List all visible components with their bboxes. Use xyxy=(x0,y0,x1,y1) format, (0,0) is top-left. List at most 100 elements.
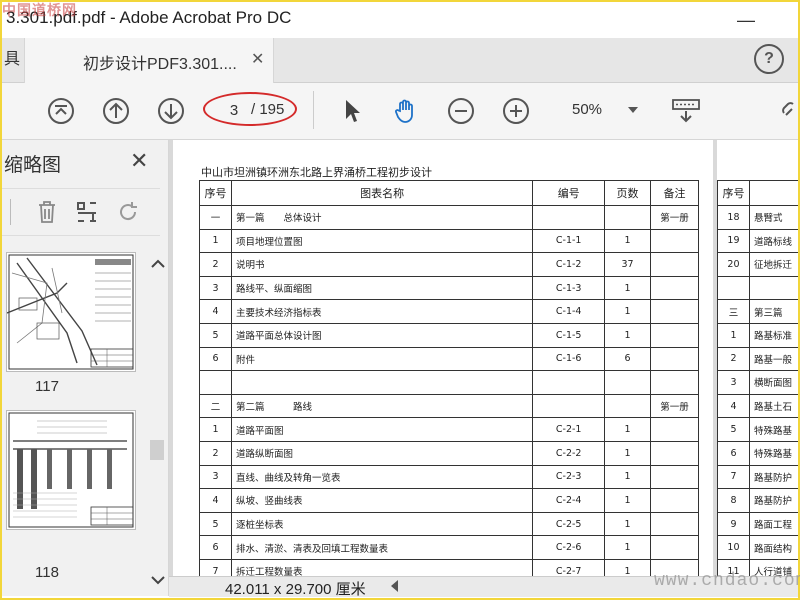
table-cell: 拆迁工程数量表 xyxy=(230,558,534,576)
table-cell xyxy=(604,393,652,419)
thumbnail-page-number: 117 xyxy=(35,378,59,395)
previous-page-button[interactable] xyxy=(102,97,130,125)
column-header: 序号 xyxy=(199,180,232,206)
table-cell xyxy=(650,417,699,442)
table-cell: 37 xyxy=(604,252,652,277)
table-cell: 第一册 xyxy=(650,205,699,230)
minimize-button[interactable]: — xyxy=(737,10,755,31)
tab-document-label: 初步设计PDF3.301.... xyxy=(83,56,237,73)
document-viewport[interactable]: 中山市坦洲镇环洲东北路上界涌桥工程初步设计 序号 图表名称 编号 页数 备注 一… xyxy=(169,140,798,576)
zoom-select[interactable]: 50% xyxy=(562,97,646,123)
table-cell: C-2-2 xyxy=(532,440,606,466)
trash-icon xyxy=(39,201,55,223)
table-row: 6 附件 C-1-6 6 xyxy=(199,346,699,372)
table-cell: 直线、曲线及转角一览表 xyxy=(230,464,534,490)
column-header: 页数 xyxy=(604,180,652,206)
table-cell: 6 xyxy=(604,346,652,372)
table-cell: 特殊路基 xyxy=(748,440,798,466)
table-cell: 1 xyxy=(604,417,652,442)
table-cell: 6 xyxy=(717,440,750,466)
table-cell: 7 xyxy=(717,464,750,490)
table-cell: C-1-6 xyxy=(532,346,606,372)
table-row: 2 道路纵断面图 C-2-2 1 xyxy=(199,440,699,466)
tab-tools[interactable]: 具 xyxy=(2,38,22,82)
table-cell: 1 xyxy=(604,511,652,537)
main-toolbar: / 195 50% xyxy=(2,83,798,140)
rotate-icon xyxy=(120,202,137,221)
table-cell xyxy=(199,370,232,395)
table-row: 3 横断面图 xyxy=(717,370,798,395)
table-cell: 排水、清淤、清表及回填工程数量表 xyxy=(230,535,534,560)
table-cell xyxy=(650,346,699,372)
table-cell: 二 xyxy=(199,393,232,419)
thumbnails-scrollbar[interactable] xyxy=(148,250,166,586)
table-cell: 19 xyxy=(717,228,750,254)
table-cell: 道路平面总体设计图 xyxy=(230,322,534,348)
table-cell: 4 xyxy=(717,393,750,419)
watermark-bottom: www.cndao.com xyxy=(654,571,800,591)
thumbnail-drawing-map xyxy=(7,253,135,371)
select-tool-button[interactable] xyxy=(338,97,366,125)
table-cell xyxy=(604,205,652,230)
column-header: 序号 xyxy=(717,180,750,206)
tab-close-icon[interactable]: ✕ xyxy=(251,49,264,69)
table-cell xyxy=(650,488,699,513)
table-cell: 路线平、纵面缩图 xyxy=(230,275,534,301)
table-cell: 1 xyxy=(604,228,652,254)
hand-tool-button[interactable] xyxy=(392,97,420,125)
table-cell xyxy=(532,370,606,395)
table-row: 19 道路标线 xyxy=(717,228,798,254)
delete-page-button[interactable] xyxy=(34,199,60,225)
table-cell: 18 xyxy=(717,205,750,230)
page-thumbnail[interactable] xyxy=(6,252,136,372)
table-cell: 道路纵断面图 xyxy=(230,440,534,466)
table-cell: 1 xyxy=(604,558,652,576)
table-cell: 路基防护 xyxy=(748,488,798,513)
table-cell xyxy=(748,275,798,301)
table-cell: 一 xyxy=(199,205,232,230)
rotate-page-button[interactable] xyxy=(116,199,142,225)
first-page-button[interactable] xyxy=(47,97,75,125)
table-cell xyxy=(650,252,699,277)
table-cell: 道路标线 xyxy=(748,228,798,254)
table-row: 5 道路平面总体设计图 C-1-5 1 xyxy=(199,322,699,348)
page-thumbnail[interactable] xyxy=(6,410,136,530)
help-button[interactable]: ? xyxy=(754,44,784,74)
scroll-up-icon[interactable] xyxy=(150,258,166,270)
drawing-index-table: 序号 图表名称 编号 页数 备注 一第一篇 总体设计 第一册 1 项目地理位置图 C-1… xyxy=(199,180,699,576)
scroll-down-icon[interactable] xyxy=(150,574,166,586)
table-cell xyxy=(650,464,699,490)
thumbnails-panel: 缩略图 ✕ 117 118 xyxy=(2,140,169,596)
tab-document[interactable]: 初步设计PDF3.301.... ✕ xyxy=(24,38,274,83)
table-row: 18 悬臂式 xyxy=(717,205,798,230)
zoom-out-button[interactable] xyxy=(447,97,475,125)
scroll-left-icon[interactable] xyxy=(391,580,398,592)
zoom-in-button[interactable] xyxy=(502,97,530,125)
table-cell: 1 xyxy=(604,299,652,324)
table-cell: 1 xyxy=(717,322,750,348)
document-heading: 中山市坦洲镇环洲东北路上界涌桥工程初步设计 xyxy=(201,166,432,179)
annotation-ring xyxy=(203,92,297,126)
keyboard-selection-button[interactable] xyxy=(670,97,702,125)
close-icon[interactable]: ✕ xyxy=(130,148,148,174)
table-cell: 4 xyxy=(199,299,232,324)
table-cell xyxy=(650,322,699,348)
table-row: 6 排水、清淤、清表及回填工程数量表 C-2-6 1 xyxy=(199,535,699,560)
table-cell: 20 xyxy=(717,252,750,277)
table-cell: 1 xyxy=(604,464,652,490)
column-header xyxy=(748,180,798,206)
table-cell: 路面结构 xyxy=(748,535,798,560)
table-cell: C-1-2 xyxy=(532,252,606,277)
table-cell: C-2-3 xyxy=(532,464,606,490)
hand-icon xyxy=(395,99,413,123)
link-button[interactable] xyxy=(780,97,796,125)
insert-page-button[interactable] xyxy=(74,199,100,225)
arrow-down-icon xyxy=(158,98,184,124)
table-header-row: 序号 图表名称 编号 页数 备注 xyxy=(199,180,699,206)
tab-bar: 具 初步设计PDF3.301.... ✕ ? xyxy=(2,38,798,83)
table-cell xyxy=(532,205,606,230)
table-cell: 1 xyxy=(604,440,652,466)
scrollbar-thumb[interactable] xyxy=(150,440,164,460)
next-page-button[interactable] xyxy=(157,97,185,125)
table-cell xyxy=(650,228,699,254)
